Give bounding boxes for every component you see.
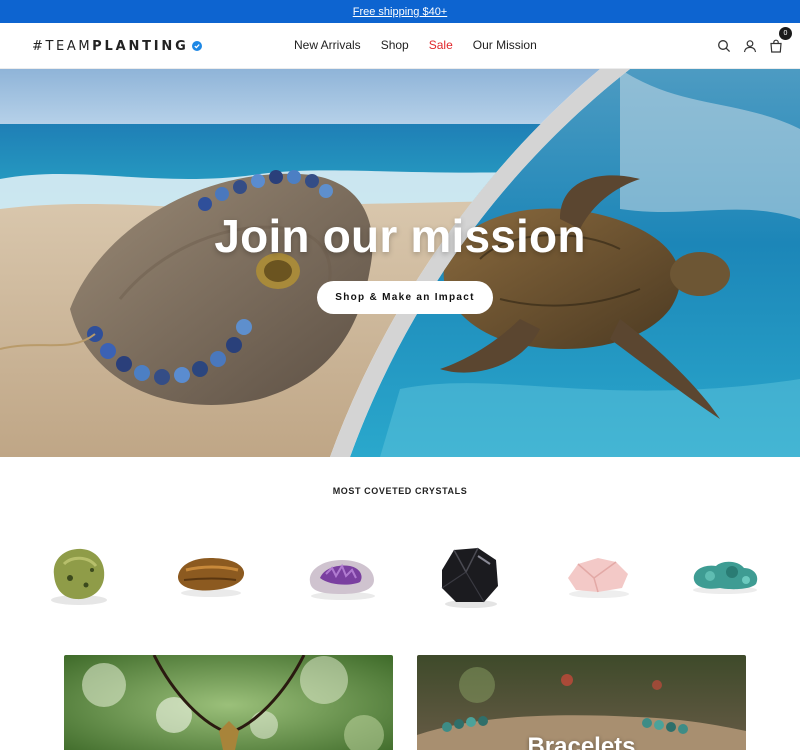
cart-button[interactable]: 0 — [766, 27, 792, 56]
necklace-card-image — [64, 655, 393, 750]
main-nav: New Arrivals Shop Sale Our Mission — [294, 38, 537, 52]
nav-sale[interactable]: Sale — [429, 38, 453, 52]
category-card-bracelets[interactable]: Bracelets — [417, 655, 746, 750]
verified-badge-icon — [191, 41, 202, 51]
cart-icon — [770, 39, 782, 53]
amethyst-crystal-image[interactable] — [298, 530, 388, 620]
nav-our-mission[interactable]: Our Mission — [473, 38, 537, 52]
hero-image — [0, 69, 800, 457]
logo-bold: PLANTING — [92, 38, 189, 54]
search-button[interactable] — [714, 36, 734, 56]
announcement-bar: Free shipping $40+ — [0, 0, 800, 23]
shop-impact-button[interactable]: Shop & Make an Impact — [317, 281, 493, 314]
account-button[interactable] — [740, 36, 760, 56]
cart-count-badge: 0 — [779, 27, 792, 40]
hero-title: Join our mission — [214, 210, 586, 262]
rose-quartz-crystal-image[interactable] — [554, 530, 644, 620]
crystals-section-title: MOST COVETED CRYSTALS — [332, 486, 468, 496]
green-crystal-image[interactable] — [34, 530, 124, 620]
obsidian-crystal-image[interactable] — [426, 530, 516, 620]
search-icon — [718, 40, 731, 53]
free-shipping-link[interactable]: Free shipping $40+ — [353, 6, 447, 18]
nav-new-arrivals[interactable]: New Arrivals — [294, 38, 361, 52]
logo[interactable]: #TEAM PLANTING — [32, 38, 202, 54]
hero-banner[interactable]: Join our mission Shop & Make an Impact — [0, 69, 800, 457]
account-icon — [743, 40, 757, 53]
nav-shop[interactable]: Shop — [381, 38, 409, 52]
category-card-necklaces[interactable] — [64, 655, 393, 750]
category-card-label: Bracelets — [527, 733, 636, 750]
header-icons: 0 — [708, 27, 792, 56]
tigers-eye-crystal-image[interactable] — [166, 530, 256, 620]
crystals-row — [0, 530, 800, 620]
logo-prefix: #TEAM — [32, 38, 93, 54]
site-header: #TEAM PLANTING New Arrivals Shop Sale Our… — [0, 23, 800, 69]
turquoise-crystal-image[interactable] — [680, 530, 770, 620]
